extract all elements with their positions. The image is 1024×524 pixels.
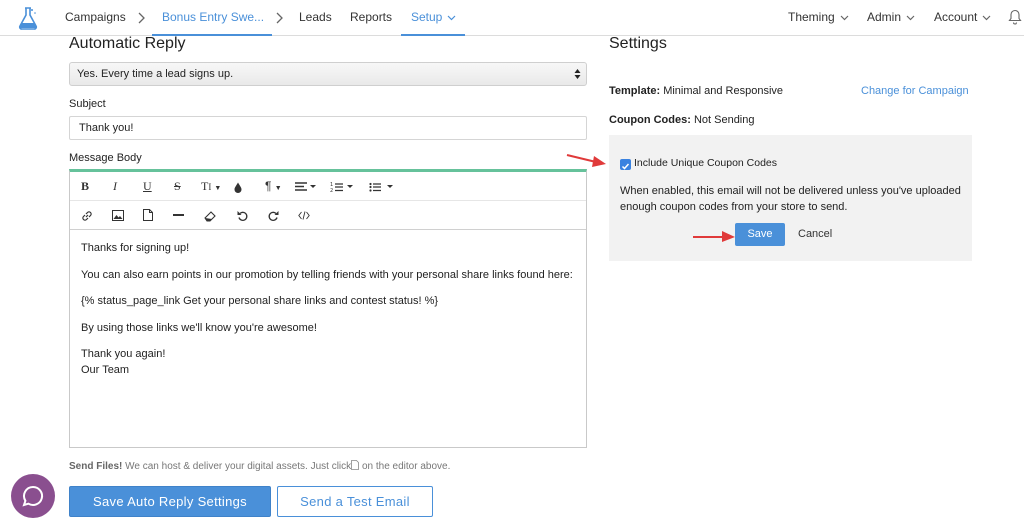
coupon-info: Coupon Codes: Not Sending [609, 114, 755, 126]
cancel-button[interactable]: Cancel [798, 223, 832, 246]
ordered-list-icon[interactable]: 12 [330, 181, 356, 197]
coupon-codes-checkbox[interactable] [620, 159, 631, 170]
template-info: Template: Minimal and Responsive [609, 85, 783, 97]
italic-icon[interactable]: I [113, 178, 117, 194]
nav-theming[interactable]: Theming [788, 0, 849, 36]
template-value: Minimal and Responsive [660, 85, 784, 97]
svg-text:2: 2 [330, 188, 333, 194]
coupon-description: When enabled, this email will not be del… [620, 185, 961, 213]
body-line: Our Team [81, 363, 130, 376]
top-nav: Campaigns Bonus Entry Swe... Leads Repor… [0, 0, 1024, 36]
align-icon[interactable] [295, 182, 319, 198]
link-icon[interactable] [81, 210, 93, 226]
nav-account-label: Account [934, 10, 978, 24]
chevron-down-icon [840, 15, 849, 21]
underline-icon[interactable]: U [143, 178, 152, 194]
breadcrumb-chevron-icon [138, 12, 145, 24]
code-icon[interactable] [298, 211, 310, 227]
redo-icon[interactable] [268, 210, 279, 226]
breadcrumb-chevron-icon [276, 12, 283, 24]
change-template-link[interactable]: Change for Campaign [861, 85, 969, 97]
body-line: You can also earn points in our promotio… [81, 268, 573, 281]
save-auto-reply-button[interactable]: Save Auto Reply Settings [69, 486, 271, 517]
editor-content[interactable]: Thanks for signing up! You can also earn… [81, 241, 576, 389]
nav-leads[interactable]: Leads [299, 0, 332, 36]
bold-icon[interactable]: B [81, 178, 89, 194]
body-line: By using those links we'll know you're a… [81, 321, 317, 334]
nav-reports[interactable]: Reports [350, 0, 392, 36]
subject-input[interactable]: Thank you! [69, 116, 587, 140]
send-files-note: Send Files! We can host & deliver your d… [69, 460, 450, 472]
checkmark-icon [621, 163, 630, 170]
red-arrow-annotation [693, 231, 735, 242]
eraser-icon[interactable] [204, 211, 216, 227]
automatic-reply-title: Automatic Reply [69, 35, 186, 52]
body-line: Thank you again! [81, 348, 166, 360]
unordered-list-icon[interactable] [369, 181, 395, 197]
bell-icon[interactable] [1008, 9, 1022, 25]
message-editor[interactable]: B I U S TI ▼ ¶ ▼ 12 Thanks for signing u… [69, 169, 587, 448]
send-files-title: Send Files! [69, 461, 123, 472]
nav-account[interactable]: Account [934, 0, 991, 36]
save-button[interactable]: Save [735, 223, 785, 246]
undo-icon[interactable] [237, 210, 248, 226]
chevron-down-icon [982, 15, 991, 21]
red-arrow-annotation [566, 154, 606, 167]
editor-toolbar-row2 [70, 201, 586, 230]
settings-title: Settings [609, 35, 667, 52]
nav-campaign-name[interactable]: Bonus Entry Swe... [152, 0, 272, 36]
chat-launcher-button[interactable] [11, 474, 55, 518]
chevron-down-icon [906, 15, 915, 21]
image-icon[interactable] [112, 210, 124, 226]
subject-label: Subject [69, 98, 106, 110]
coupon-settings-panel: Include Unique Coupon Codes When enabled… [609, 135, 972, 261]
file-icon [351, 460, 360, 470]
flask-logo-icon[interactable] [16, 6, 40, 30]
coupon-key: Coupon Codes: [609, 114, 691, 126]
nav-setup[interactable]: Setup [401, 0, 465, 36]
horizontal-rule-icon[interactable] [173, 214, 184, 230]
text-size-icon[interactable]: TI ▼ [201, 178, 221, 194]
auto-reply-select[interactable]: Yes. Every time a lead signs up. [69, 62, 587, 86]
strikethrough-icon[interactable]: S [174, 178, 181, 194]
send-files-text: We can host & deliver your digital asset… [122, 461, 352, 472]
editor-toolbar-row1: B I U S TI ▼ ¶ ▼ 12 [70, 172, 586, 201]
paragraph-icon[interactable]: ¶ ▼ [265, 178, 282, 194]
nav-setup-label: Setup [411, 10, 443, 24]
body-line: {% status_page_link Get your personal sh… [81, 295, 439, 307]
message-body-label: Message Body [69, 152, 142, 164]
send-test-email-button[interactable]: Send a Test Email [277, 486, 433, 517]
nav-campaigns[interactable]: Campaigns [65, 0, 126, 36]
template-key: Template: [609, 85, 661, 97]
coupon-value: Not Sending [690, 114, 755, 126]
auto-reply-select-value: Yes. Every time a lead signs up. [77, 68, 234, 80]
select-arrows-icon [574, 69, 581, 79]
coupon-codes-label[interactable]: Include Unique Coupon Codes [634, 157, 777, 169]
chevron-down-icon [447, 15, 456, 21]
body-line: Thanks for signing up! [81, 242, 190, 254]
nav-admin-label: Admin [867, 10, 902, 24]
chat-bubble-icon [22, 485, 44, 507]
file-icon[interactable] [143, 209, 153, 225]
nav-admin[interactable]: Admin [867, 0, 915, 36]
color-drop-icon[interactable] [234, 182, 242, 198]
send-files-tail: on the editor above. [359, 461, 451, 472]
nav-theming-label: Theming [788, 10, 835, 24]
